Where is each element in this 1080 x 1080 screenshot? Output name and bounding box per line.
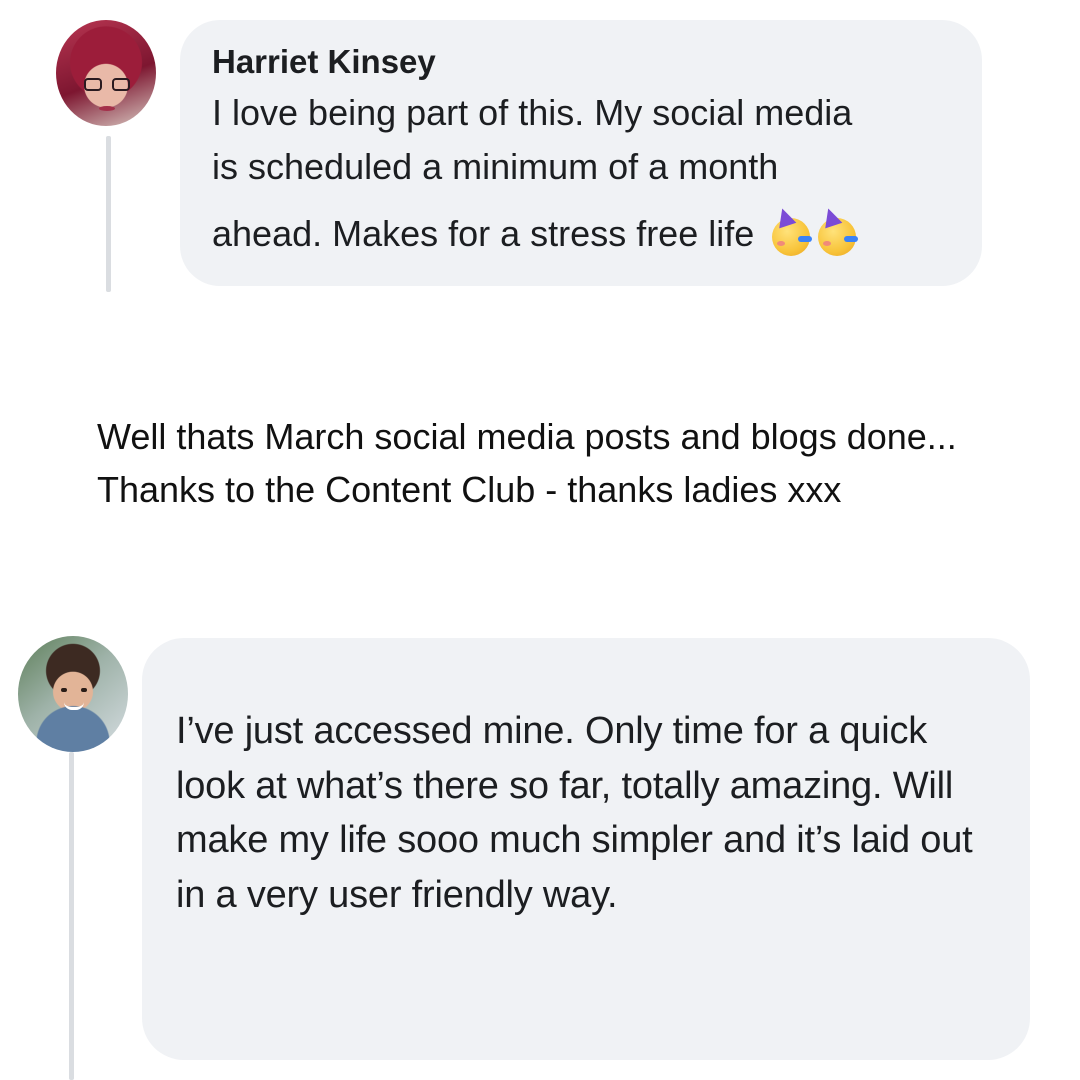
reply-thread-line [106, 136, 111, 292]
comment-text-line: I love being part of this. My social med… [212, 92, 853, 133]
caption-text: Well thats March social media posts and … [97, 416, 957, 510]
glasses-detail [84, 78, 130, 92]
smile-detail [64, 702, 84, 710]
partying-face-icon [768, 205, 814, 256]
comment-text: I love being part of this. My social med… [212, 86, 952, 258]
comment-bubble: Harriet Kinsey I love being part of this… [180, 20, 982, 286]
lips-detail [99, 106, 115, 111]
comment-text-last-line: ahead. Makes for a stress free life [212, 205, 952, 258]
comment-author-name[interactable]: Harriet Kinsey [212, 42, 952, 82]
comment-text-line: ahead. Makes for a stress free life [212, 213, 755, 254]
comment-bubble: I’ve just accessed mine. Only time for a… [142, 638, 1030, 1060]
comment-text: I’ve just accessed mine. Only time for a… [176, 710, 973, 916]
reply-thread-line [69, 752, 74, 1080]
partying-face-icon [814, 205, 860, 256]
eyes-detail [61, 688, 87, 692]
commenter-avatar[interactable] [56, 20, 156, 126]
comment-text-line: is scheduled a minimum of a month [212, 146, 779, 187]
commenter-avatar[interactable] [18, 636, 128, 752]
